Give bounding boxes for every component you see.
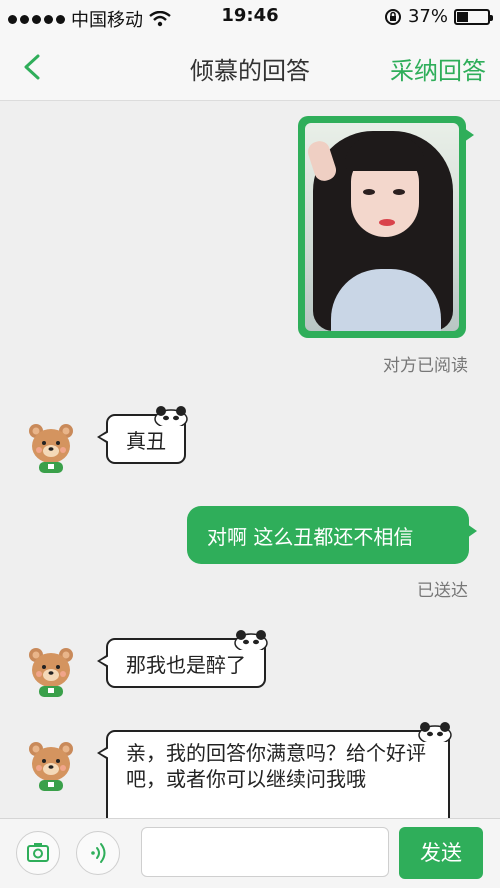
- sent-photo[interactable]: [305, 123, 459, 331]
- camera-button[interactable]: [16, 831, 60, 875]
- delivered-status: 已送达: [417, 581, 468, 601]
- message-text: 亲，我的回答你满意吗？给个好评吧，或者你可以继续问我哦: [126, 741, 426, 791]
- bear-avatar-icon[interactable]: [24, 420, 78, 474]
- battery-fill: [457, 11, 468, 22]
- panda-ears-icon: [234, 630, 268, 650]
- message-text: 那我也是醉了: [126, 653, 246, 677]
- photo-eye-left: [363, 189, 375, 195]
- voice-button[interactable]: [76, 831, 120, 875]
- bear-avatar-icon[interactable]: [24, 644, 78, 698]
- reply-bubble[interactable]: 真丑: [97, 406, 188, 464]
- battery-percent: 37%: [407, 6, 448, 27]
- input-bar: 发送: [0, 818, 500, 888]
- message-input[interactable]: [141, 827, 389, 877]
- panda-ears-icon: [418, 722, 452, 742]
- rotation-lock-icon: [384, 8, 401, 25]
- photo-eye-right: [393, 189, 405, 195]
- photo-lips: [379, 219, 395, 226]
- panda-ears-icon: [154, 406, 188, 426]
- reply-bubble[interactable]: 亲，我的回答你满意吗？给个好评吧，或者你可以继续问我哦: [97, 722, 452, 830]
- image-message-bubble[interactable]: [298, 116, 474, 338]
- nav-bar: 倾慕的回答 采纳回答: [0, 34, 500, 101]
- status-bar: 中国移动 19:46 37%: [0, 0, 500, 34]
- send-button[interactable]: 发送: [399, 827, 483, 879]
- status-right: 37%: [384, 6, 493, 27]
- message-text: 真丑: [126, 429, 166, 453]
- camera-icon: [27, 843, 49, 862]
- photo-bangs: [345, 137, 425, 171]
- accept-answer-button[interactable]: 采纳回答: [390, 51, 486, 86]
- battery-icon: [454, 8, 493, 25]
- voice-icon: [91, 843, 106, 863]
- read-status: 对方已阅读: [383, 356, 468, 376]
- reply-bubble[interactable]: 那我也是醉了: [97, 630, 268, 688]
- message-text: 对啊 这么丑都还不相信: [207, 525, 414, 549]
- bear-avatar-icon[interactable]: [24, 738, 78, 792]
- sent-message-bubble[interactable]: 对啊 这么丑都还不相信: [187, 506, 477, 564]
